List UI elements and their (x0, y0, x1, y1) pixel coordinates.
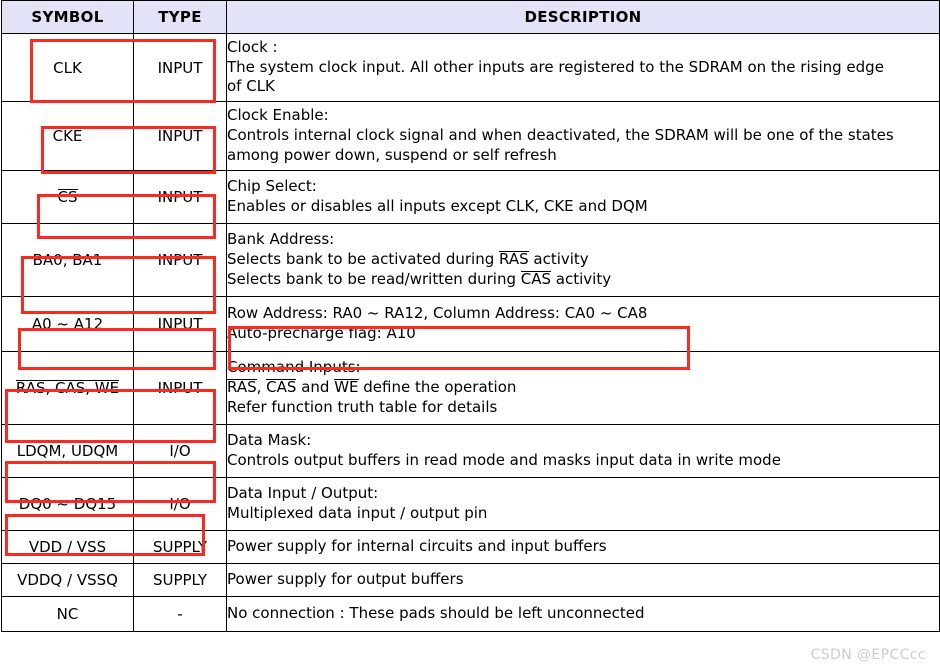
desc-line: Power supply for output buffers (227, 570, 464, 589)
description-cell-dq: Data Input / Output: Multiplexed data in… (226, 477, 940, 531)
symbol-cell-nc: NC (1, 596, 134, 632)
desc-line: Chip Select: (227, 177, 317, 196)
desc-line: The system clock input. All other inputs… (227, 57, 884, 76)
desc-text: Selects bank to be read/written during (227, 269, 521, 288)
table-header: SYMBOL TYPE DESCRIPTION (1, 0, 940, 34)
symbol-cell-clk: CLK (1, 33, 134, 102)
type-cell-vdd: SUPPLY (133, 530, 227, 564)
symbol-cell-vdd: VDD / VSS (1, 530, 134, 564)
desc-line: Controls output buffers in read mode and… (227, 451, 781, 469)
type-cell-cke: INPUT (133, 101, 227, 171)
we-overline: WE (334, 378, 359, 397)
symbol-cell-a: A0 ~ A12 (1, 296, 134, 352)
type-cell-a: INPUT (133, 296, 227, 352)
column-header-description: DESCRIPTION (226, 0, 940, 34)
symbol-cell-ras: RAS, CAS, WE (1, 351, 134, 425)
desc-text: , (256, 378, 267, 397)
header-row: SYMBOL TYPE DESCRIPTION (1, 0, 940, 34)
type-cell-cs: INPUT (133, 170, 227, 224)
desc-line: of CLK (227, 77, 275, 96)
description-cell-nc: No connection : These pads should be lef… (226, 596, 940, 632)
ras-overline: RAS (227, 378, 257, 397)
table-row: DQ0 ~ DQ15 I/O Data Input / Output: Mult… (1, 477, 940, 531)
table-body: CLK INPUT Clock : The system clock input… (1, 33, 940, 632)
desc-text: Selects bank to be activated during (227, 250, 499, 269)
description-cell-a: Row Address: RA0 ~ RA12, Column Address:… (226, 296, 940, 352)
cas-overline: CAS (520, 269, 552, 288)
desc-line: Multiplexed data input / output pin (227, 504, 488, 522)
table-row: A0 ~ A12 INPUT Row Address: RA0 ~ RA12, … (1, 296, 940, 352)
table-row: LDQM, UDQM I/O Data Mask: Controls outpu… (1, 424, 940, 478)
symbol-cell-vddq: VDDQ / VSSQ (1, 563, 134, 597)
symbol-overline-cs: CS (57, 188, 78, 206)
description-cell-clk: Clock : The system clock input. All othe… (226, 33, 940, 102)
pin-description-sheet: SYMBOL TYPE DESCRIPTION CLK INPUT Clock … (0, 0, 940, 671)
desc-line: Selects bank to be read/written during C… (227, 270, 939, 290)
table-row: VDD / VSS SUPPLY Power supply for intern… (1, 530, 940, 564)
desc-text: activity (528, 250, 589, 269)
desc-line: Data Mask: (227, 431, 312, 450)
description-cell-cs: Chip Select: Enables or disables all inp… (226, 170, 940, 224)
desc-line: Auto-precharge flag: A10 (227, 324, 416, 342)
desc-text: activity (551, 269, 612, 288)
desc-line: Clock Enable: (227, 106, 329, 125)
type-cell-nc: - (133, 596, 227, 632)
description-cell-vdd: Power supply for internal circuits and i… (226, 530, 940, 564)
desc-line: Clock : (227, 37, 278, 56)
symbol-cell-cs: CS (1, 170, 134, 224)
desc-line: Command Inputs: (227, 358, 361, 377)
desc-text: and (296, 378, 335, 397)
desc-line: among power down, suspend or self refres… (227, 145, 557, 164)
desc-line: Enables or disables all inputs except CL… (227, 197, 648, 215)
table-row: CS INPUT Chip Select: Enables or disable… (1, 170, 940, 224)
symbol-cell-dq: DQ0 ~ DQ15 (1, 477, 134, 531)
desc-line: Bank Address: (227, 230, 335, 249)
desc-line: No connection : These pads should be lef… (227, 604, 645, 623)
type-cell-ba: INPUT (133, 223, 227, 297)
cas-overline: CAS (266, 378, 297, 397)
desc-line: Data Input / Output: (227, 484, 379, 503)
column-header-symbol: SYMBOL (1, 0, 134, 34)
pin-description-table: SYMBOL TYPE DESCRIPTION CLK INPUT Clock … (1, 0, 940, 632)
ras-overline: RAS (499, 250, 529, 269)
description-cell-vddq: Power supply for output buffers (226, 563, 940, 597)
desc-line: Power supply for internal circuits and i… (227, 537, 607, 556)
symbol-cell-ba: BA0, BA1 (1, 223, 134, 297)
type-cell-vddq: SUPPLY (133, 563, 227, 597)
type-cell-dq: I/O (133, 477, 227, 531)
desc-line: Selects bank to be activated during RAS … (227, 250, 939, 270)
table-row: NC - No connection : These pads should b… (1, 596, 940, 632)
table-row: CKE INPUT Clock Enable: Controls interna… (1, 101, 940, 171)
watermark: CSDN @EPCCcc (810, 647, 926, 663)
desc-line: RAS, CAS and WE define the operation (227, 378, 939, 398)
symbol-cell-cke: CKE (1, 101, 134, 171)
type-cell-ras: INPUT (133, 351, 227, 425)
table-row: RAS, CAS, WE INPUT Command Inputs: RAS, … (1, 351, 940, 425)
table-row: BA0, BA1 INPUT Bank Address: Selects ban… (1, 223, 940, 297)
type-cell-clk: INPUT (133, 33, 227, 102)
type-cell-dqm: I/O (133, 424, 227, 478)
description-cell-ba: Bank Address: Selects bank to be activat… (226, 223, 940, 297)
desc-line: Refer function truth table for details (227, 397, 498, 416)
column-header-type: TYPE (133, 0, 227, 34)
desc-line: Controls internal clock signal and when … (227, 126, 894, 145)
description-cell-cke: Clock Enable: Controls internal clock si… (226, 101, 940, 171)
desc-text: define the operation (358, 378, 517, 397)
symbol-cell-dqm: LDQM, UDQM (1, 424, 134, 478)
symbol-overline-ras: RAS, CAS, WE (15, 379, 120, 397)
description-cell-dqm: Data Mask: Controls output buffers in re… (226, 424, 940, 478)
table-row: CLK INPUT Clock : The system clock input… (1, 33, 940, 102)
table-row: VDDQ / VSSQ SUPPLY Power supply for outp… (1, 563, 940, 597)
desc-line: Row Address: RA0 ~ RA12, Column Address:… (227, 304, 648, 323)
description-cell-ras: Command Inputs: RAS, CAS and WE define t… (226, 351, 940, 425)
